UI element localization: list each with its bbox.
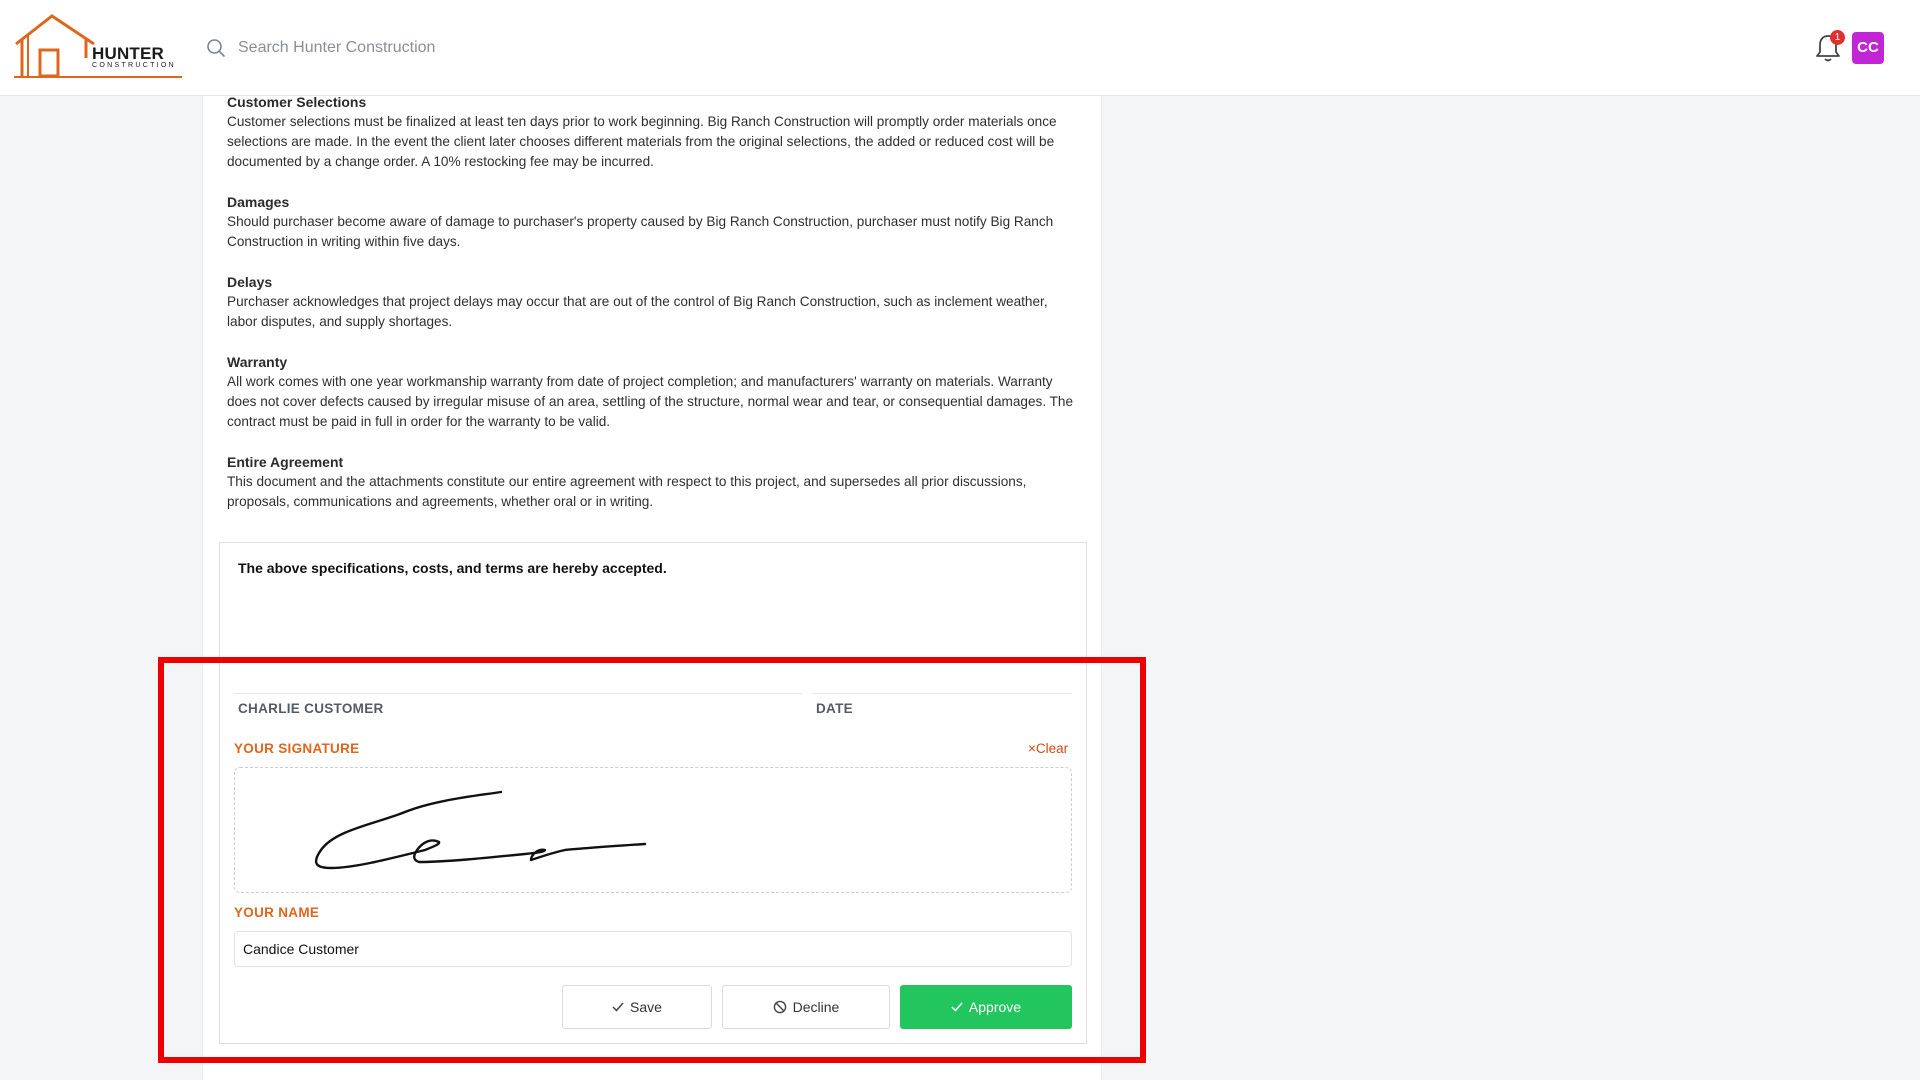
decline-label: Decline [792, 999, 840, 1015]
section-title: Damages [227, 194, 290, 210]
logo-underline [14, 76, 182, 78]
section-warranty: Warranty All work comes with one year wo… [227, 352, 1077, 432]
section-entire-agreement: Entire Agreement This document and the a… [227, 452, 1077, 512]
logo-brand-text: HUNTER [92, 44, 165, 63]
section-title: Customer Selections [227, 94, 367, 110]
top-bar: HUNTER CONSTRUCTION 1 CC [0, 0, 1920, 96]
save-button[interactable]: Save [562, 985, 712, 1029]
acceptance-panel: The above specifications, costs, and ter… [219, 542, 1087, 1044]
section-title: Warranty [227, 354, 288, 370]
section-body: Should purchaser become aware of damage … [227, 214, 1054, 249]
search-input[interactable] [236, 38, 600, 58]
signature-divider [234, 693, 802, 694]
section-title: Entire Agreement [227, 454, 344, 470]
save-label: Save [630, 999, 662, 1015]
prohibit-icon [773, 1000, 786, 1014]
section-title: Delays [227, 274, 273, 290]
your-name-input[interactable] [234, 931, 1072, 967]
notification-count-badge: 1 [1830, 30, 1845, 45]
signature-stroke-drawing [314, 790, 647, 870]
section-body: Customer selections must be finalized at… [227, 114, 1057, 169]
search-icon [207, 39, 225, 57]
close-icon: × [1028, 741, 1036, 756]
section-body: Purchaser acknowledges that project dela… [227, 294, 1048, 329]
section-delays: Delays Purchaser acknowledges that proje… [227, 272, 1077, 332]
section-customer-selections: Customer Selections Customer selections … [227, 92, 1077, 172]
approve-button[interactable]: Approve [900, 985, 1072, 1029]
contract-document: Customer Selections Customer selections … [202, 94, 1102, 1080]
signature-pad[interactable] [234, 767, 1072, 893]
checkmark-icon [612, 1002, 624, 1012]
clear-signature-button[interactable]: ×Clear [1028, 741, 1068, 756]
signer-name-label: CHARLIE CUSTOMER [238, 701, 384, 716]
acceptance-statement: The above specifications, costs, and ter… [238, 560, 667, 576]
logo-brand-subtext: CONSTRUCTION [92, 62, 176, 69]
your-signature-label: YOUR SIGNATURE [234, 741, 360, 756]
section-body: All work comes with one year workmanship… [227, 374, 1074, 429]
approve-label: Approve [968, 999, 1022, 1015]
checkmark-icon [951, 1002, 963, 1012]
decline-button[interactable]: Decline [722, 985, 890, 1029]
date-label: DATE [816, 701, 853, 716]
section-damages: Damages Should purchaser become aware of… [227, 192, 1077, 252]
your-name-label: YOUR NAME [234, 905, 320, 920]
date-divider [812, 693, 1072, 694]
section-body: This document and the attachments consti… [227, 474, 1027, 509]
user-avatar[interactable]: CC [1852, 32, 1884, 64]
clear-label: Clear [1035, 741, 1069, 756]
search-bar[interactable] [206, 34, 606, 62]
